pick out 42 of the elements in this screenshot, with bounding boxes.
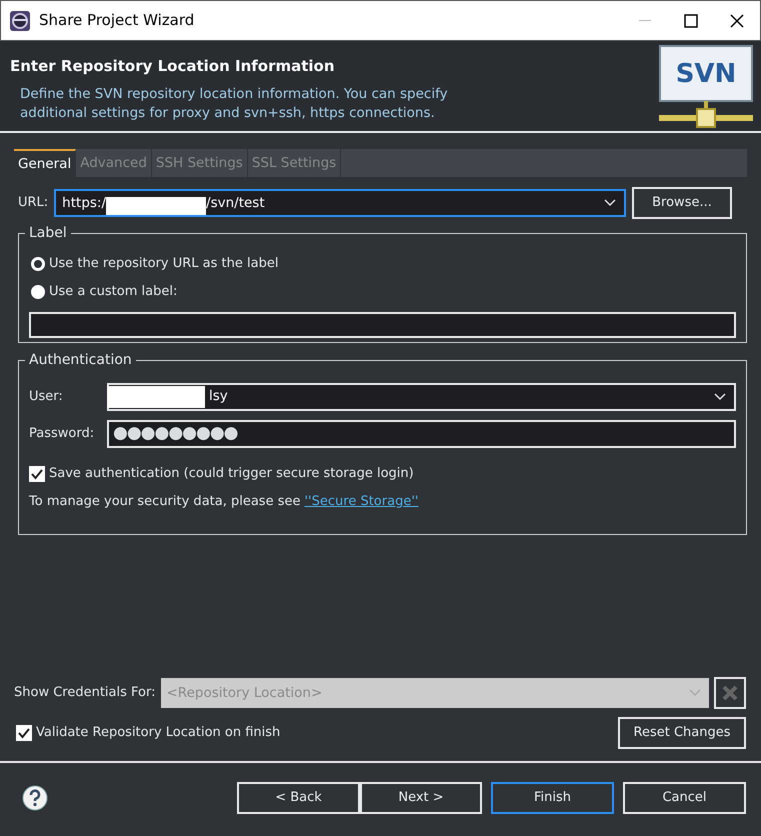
checkbox[interactable]	[16, 725, 32, 741]
url-text-start: https:/	[62, 194, 106, 213]
checkbox-label: Save authentication (could trigger secure storage login)	[49, 465, 414, 483]
radio-button[interactable]	[31, 285, 45, 299]
field-label: User:	[29, 388, 64, 406]
maximize-icon	[684, 14, 698, 28]
radio-button[interactable]	[31, 257, 45, 271]
credentials-combo: <Repository Location>	[160, 678, 709, 708]
dropdown-icon	[714, 392, 726, 400]
checkbox-label: Validate Repository Location on finish	[36, 724, 280, 742]
checkbox[interactable]	[29, 466, 45, 482]
window-title: Share Project Wizard	[39, 10, 196, 32]
dropdown-icon	[689, 689, 701, 697]
field-value: lsy	[209, 387, 228, 406]
app-icon	[9, 10, 31, 32]
field-label: Password:	[29, 424, 96, 443]
credentials-label: Show Credentials For:	[14, 684, 156, 702]
dropdown-icon	[604, 199, 616, 207]
security-note: To manage your security data, please see	[29, 492, 300, 510]
reset-changes-button[interactable]: Reset Changes	[618, 717, 746, 749]
wizard-button[interactable]: Cancel	[623, 782, 746, 814]
logo-text: SVN	[674, 58, 738, 91]
clear-icon	[722, 685, 738, 701]
secure-storage-link[interactable]: ''Secure Storage''	[304, 492, 418, 511]
tab[interactable]: General	[14, 149, 76, 177]
wizard-button[interactable]: Finish	[491, 782, 614, 814]
url-text-end: /svn/test	[206, 194, 265, 213]
field-value: ●●●●●●●●●	[113, 422, 238, 445]
password-field[interactable]: ●●●●●●●●●	[107, 420, 736, 448]
minimize-icon	[639, 20, 651, 22]
wizard-button[interactable]: Next >	[360, 782, 482, 814]
url-label: URL:	[18, 194, 48, 212]
page-title: Enter Repository Location Information	[10, 56, 335, 77]
browse-button[interactable]: Browse...	[632, 187, 732, 219]
radio-label: Use a custom label:	[49, 283, 178, 302]
custom-label-field[interactable]	[29, 312, 736, 338]
user-combo[interactable]: lsy	[107, 382, 736, 410]
close-icon	[730, 14, 744, 28]
url-combo[interactable]: https:/ /svn/test	[54, 189, 626, 217]
radio-label: Use the repository URL as the label	[49, 255, 278, 274]
wizard-button[interactable]: < Back	[237, 782, 360, 814]
page-description: Define the SVN repository location information. You can specify additional settings for proxy and svn+ssh, https connections.	[20, 85, 449, 123]
